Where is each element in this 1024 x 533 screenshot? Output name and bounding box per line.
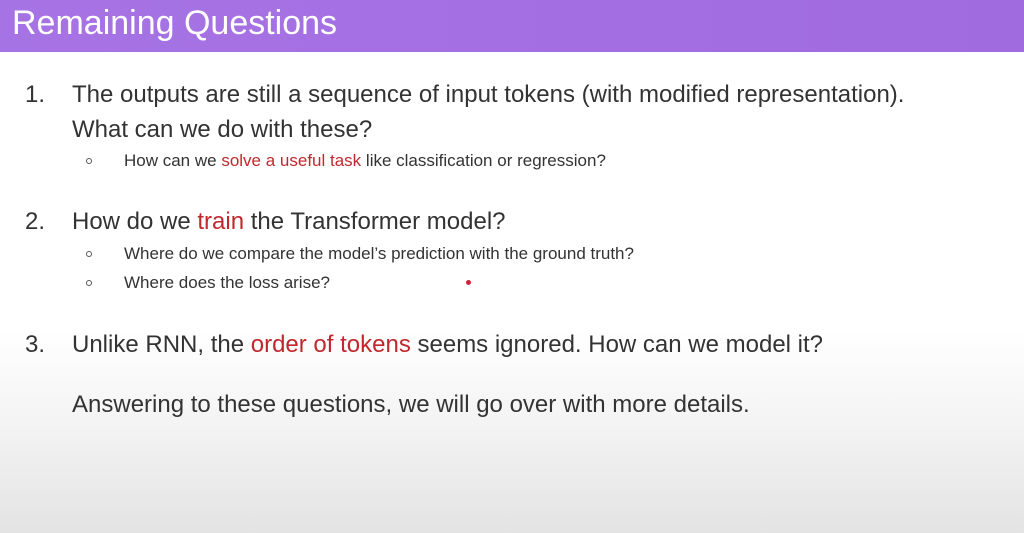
q3-text-pre: Unlike RNN, the <box>72 331 251 358</box>
question-1-line-1: The outputs are still a sequence of inpu… <box>72 81 905 108</box>
laser-pointer-dot <box>466 280 471 285</box>
bullet-icon <box>86 158 92 164</box>
sub-text-post: like classification or regression? <box>361 151 606 170</box>
highlight-train: train <box>197 208 245 235</box>
question-number-2: 2. <box>25 208 46 235</box>
slide-title: Remaining Questions <box>12 4 338 42</box>
question-2-line-1: How do we train the Transformer model? <box>72 207 506 237</box>
q3-text-post: seems ignored. How can we model it? <box>410 331 824 358</box>
bullet-icon <box>86 251 92 257</box>
closing-statement: Answering to these questions, we will go… <box>72 391 750 418</box>
question-number-1: 1. <box>25 81 46 108</box>
sub-text-pre: How can we <box>124 151 222 170</box>
highlight-order-of-tokens: order of tokens <box>250 331 411 358</box>
question-1-line-2: What can we do with these? <box>72 116 373 143</box>
question-1-sub-1: How can we solve a useful task like clas… <box>124 150 606 172</box>
question-2-sub-2: Where does the loss arise? <box>124 273 330 292</box>
question-3-line-1: Unlike RNN, the order of tokens seems ig… <box>72 330 823 360</box>
question-number-3: 3. <box>25 331 46 358</box>
q2-text-post: the Transformer model? <box>244 208 506 235</box>
title-bar: Remaining Questions <box>0 0 1024 52</box>
question-2-sub-1: Where do we compare the model’s predicti… <box>124 244 634 263</box>
bullet-icon <box>86 280 92 286</box>
highlight-solve-useful-task: solve a useful task <box>221 151 362 170</box>
q2-text-pre: How do we <box>72 208 198 235</box>
